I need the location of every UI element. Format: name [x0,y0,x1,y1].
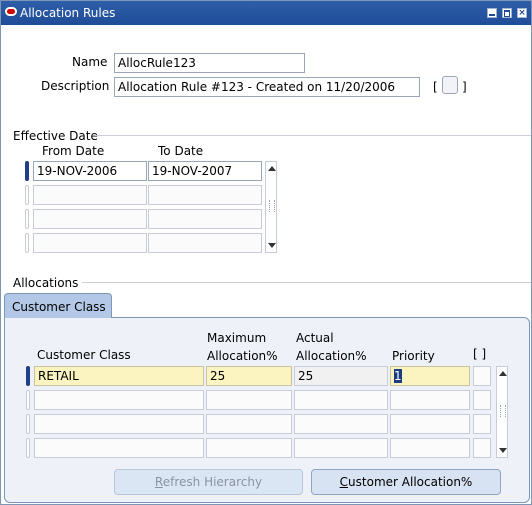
priority-cell[interactable] [390,414,470,434]
description-label: Description [41,79,110,93]
tab-customer-class-label: Customer Class [12,300,106,314]
row-indicator[interactable] [26,390,30,410]
customer-class-cell[interactable] [34,438,204,458]
row-indicator-current[interactable] [25,161,29,181]
row-indicator-current[interactable] [26,366,30,386]
from-date-cell[interactable] [33,185,147,205]
row-flexfield-cell[interactable] [473,366,491,386]
actual-allocation-cell [294,414,388,434]
from-date-cell[interactable] [33,233,147,253]
priority-header: Priority [392,349,435,363]
customer-allocation-mnemonic: C [339,475,349,489]
allocations-divider [82,282,531,283]
effective-date-divider [95,135,531,136]
row-indicator[interactable] [25,209,29,229]
scroll-down-icon[interactable] [499,448,507,453]
allocations-scrollbar[interactable] [496,366,508,458]
refresh-hierarchy-mnemonic: R [154,475,163,489]
refresh-hierarchy-button[interactable]: Refresh Hierarchy [114,469,303,495]
scroll-up-icon[interactable] [499,371,507,376]
customer-allocation-button[interactable]: Customer Allocation% [311,469,501,495]
customer-class-header: Customer Class [37,348,131,362]
customer-allocation-label: ustomer Allocation% [348,475,473,489]
effective-date-scrollbar[interactable] [265,161,277,253]
scroll-grip-icon[interactable] [269,200,275,212]
priority-cell[interactable] [390,438,470,458]
priority-cell[interactable] [390,390,470,410]
row-indicator[interactable] [26,438,30,458]
from-date-header: From Date [42,144,105,158]
from-date-cell[interactable] [33,209,147,229]
allocations-section-label: Allocations [13,276,79,290]
minimize-icon[interactable] [487,8,497,18]
customer-class-cell[interactable]: RETAIL [34,366,204,386]
max-allocation-cell[interactable] [206,438,292,458]
to-date-cell[interactable] [148,209,262,229]
title-bar[interactable]: Allocation Rules × [1,1,531,25]
window-title: Allocation Rules [20,6,116,20]
to-date-cell[interactable]: 19-NOV-2007 [148,161,262,181]
actual-allocation-cell [294,438,388,458]
row-indicator[interactable] [25,233,29,253]
from-date-cell[interactable]: 19-NOV-2006 [33,161,147,181]
maximize-icon[interactable] [502,8,512,18]
max-allocation-cell[interactable] [206,414,292,434]
name-label: Name [72,55,108,69]
scroll-up-icon[interactable] [268,166,276,171]
actual-allocation-cell [294,390,388,410]
allocation-rules-window: Allocation Rules × Name AllocRule123 Des… [0,0,532,505]
row-indicator[interactable] [26,414,30,434]
tab-customer-class[interactable]: Customer Class [4,293,112,318]
max-allocation-cell[interactable]: 25 [206,366,292,386]
priority-cell[interactable]: 1 [390,366,470,386]
priority-value: 1 [394,369,402,383]
actual-allocation-header-line1: Actual [296,331,334,345]
actual-allocation-cell: 25 [294,366,388,386]
actual-allocation-header-line2: Allocation% [296,349,367,363]
descriptive-flexfield[interactable] [442,76,458,94]
description-field[interactable]: Allocation Rule #123 - Created on 11/20/… [114,77,420,97]
flex-bracket-close: ] [462,80,467,94]
row-flexfield-cell[interactable] [473,390,491,410]
max-allocation-header-line1: Maximum [207,331,267,345]
scroll-grip-icon[interactable] [500,405,506,417]
to-date-cell[interactable] [148,233,262,253]
close-icon[interactable]: × [517,8,527,18]
refresh-hierarchy-label: efresh Hierarchy [162,475,263,489]
to-date-cell[interactable] [148,185,262,205]
flexfield-header: [ ] [473,347,487,361]
row-flexfield-cell[interactable] [473,438,491,458]
max-allocation-header-line2: Allocation% [207,349,278,363]
name-field[interactable]: AllocRule123 [114,53,305,73]
flex-bracket-open: [ [433,80,438,94]
customer-class-cell[interactable] [34,390,204,410]
customer-class-cell[interactable] [34,414,204,434]
row-flexfield-cell[interactable] [473,414,491,434]
scroll-down-icon[interactable] [268,243,276,248]
max-allocation-cell[interactable] [206,390,292,410]
to-date-header: To Date [158,144,204,158]
oracle-logo-icon [5,7,17,16]
row-indicator[interactable] [25,185,29,205]
effective-date-section-label: Effective Date [13,129,98,143]
